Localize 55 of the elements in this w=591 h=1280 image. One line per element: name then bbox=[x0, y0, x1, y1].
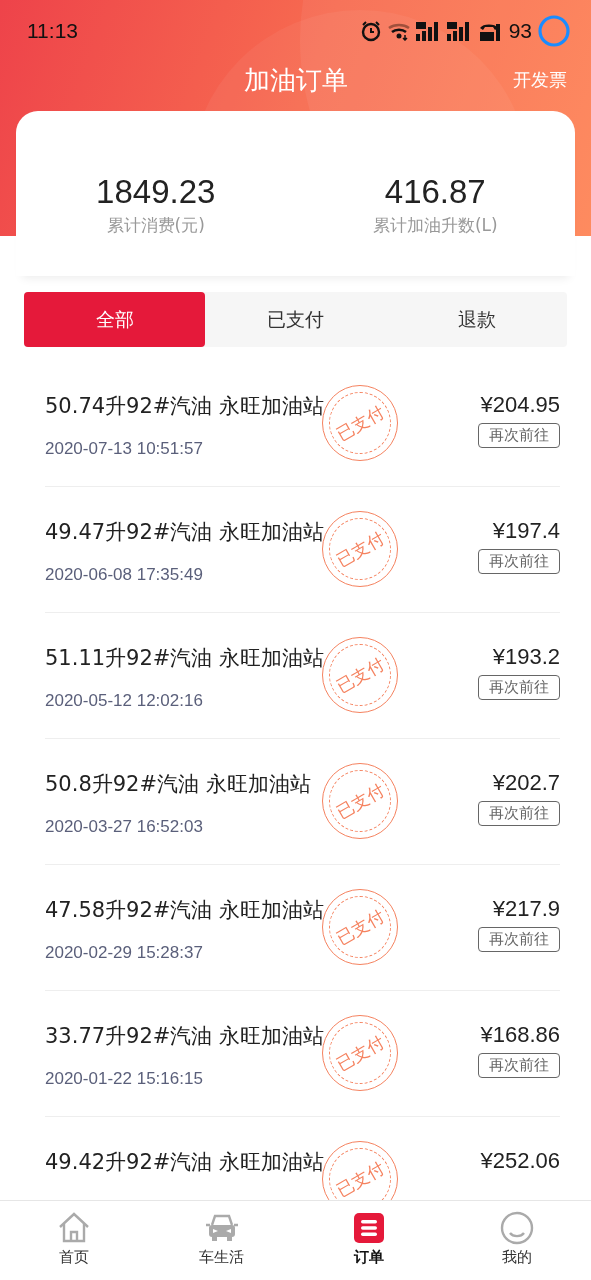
stamp-text: 已支付 bbox=[332, 904, 388, 950]
order-title: 33.77升92#汽油 永旺加油站 bbox=[45, 1023, 325, 1050]
order-title: 49.42升92#汽油 永旺加油站 bbox=[45, 1149, 325, 1176]
battery-level: 93 bbox=[508, 19, 532, 43]
order-date: 2020-01-22 15:16:15 bbox=[45, 1069, 203, 1089]
order-price: ¥252.06 bbox=[480, 1148, 560, 1174]
order-price: ¥204.95 bbox=[480, 392, 560, 418]
status-time: 11:13 bbox=[27, 19, 78, 43]
order-date: 2020-06-08 17:35:49 bbox=[45, 565, 203, 585]
nav-label: 订单 bbox=[354, 1248, 385, 1267]
stat-value: 1849.23 bbox=[96, 173, 216, 211]
stamp-text: 已支付 bbox=[332, 1030, 388, 1076]
order-date: 2020-07-13 10:51:57 bbox=[45, 439, 203, 459]
stat-label: 累计消费(元) bbox=[106, 214, 205, 237]
order-date: 2020-02-29 15:28:37 bbox=[45, 943, 203, 963]
go-again-button[interactable]: 再次前往 bbox=[478, 675, 560, 700]
nav-label: 首页 bbox=[58, 1248, 89, 1267]
order-title: 50.8升92#汽油 永旺加油站 bbox=[45, 771, 311, 798]
page-title: 加油订单 bbox=[242, 63, 349, 97]
alarm-icon bbox=[359, 20, 382, 42]
order-title: 47.58升92#汽油 永旺加油站 bbox=[45, 897, 325, 924]
order-date: 2020-05-12 12:02:16 bbox=[45, 691, 203, 711]
filter-tab[interactable]: 全部 bbox=[24, 292, 205, 347]
filter-tab[interactable]: 退款 bbox=[386, 292, 567, 347]
stat-label: 累计加油升数(L) bbox=[372, 214, 498, 237]
wifi-icon bbox=[386, 21, 411, 41]
nav-item[interactable]: 订单 bbox=[295, 1201, 444, 1280]
order-title: 49.47升92#汽油 永旺加油站 bbox=[45, 519, 325, 546]
nav-item[interactable]: 首页 bbox=[0, 1201, 148, 1280]
stamp-text: 已支付 bbox=[332, 526, 388, 572]
order-title: 51.11升92#汽油 永旺加油站 bbox=[45, 645, 325, 672]
order-price: ¥193.2 bbox=[492, 644, 560, 670]
nav-label: 我的 bbox=[502, 1248, 533, 1267]
go-again-button[interactable]: 再次前往 bbox=[478, 423, 560, 448]
nav-item[interactable]: 车生活 bbox=[147, 1201, 296, 1280]
go-again-button[interactable]: 再次前往 bbox=[478, 1053, 560, 1078]
order-price: ¥197.4 bbox=[492, 518, 560, 544]
order-price: ¥217.9 bbox=[492, 896, 560, 922]
order-date: 2020-03-27 16:52:03 bbox=[45, 817, 203, 837]
list-icon bbox=[352, 1211, 387, 1245]
battery-ring-icon bbox=[537, 14, 571, 48]
nav-label: 车生活 bbox=[199, 1248, 245, 1267]
order-price: ¥168.86 bbox=[480, 1022, 560, 1048]
stamp-text: 已支付 bbox=[332, 400, 388, 446]
nav-item[interactable]: 我的 bbox=[443, 1201, 591, 1280]
go-again-button[interactable]: 再次前往 bbox=[478, 801, 560, 826]
stat-value: 416.87 bbox=[384, 173, 486, 211]
order-title: 50.74升92#汽油 永旺加油站 bbox=[45, 393, 325, 420]
stamp-text: 已支付 bbox=[332, 1156, 388, 1200]
filter-tab[interactable]: 已支付 bbox=[205, 292, 386, 347]
order-price: ¥202.7 bbox=[492, 770, 560, 796]
stamp-text: 已支付 bbox=[332, 778, 388, 824]
go-again-button[interactable]: 再次前往 bbox=[478, 927, 560, 952]
go-again-button[interactable]: 再次前往 bbox=[478, 549, 560, 574]
stamp-text: 已支付 bbox=[332, 652, 388, 698]
